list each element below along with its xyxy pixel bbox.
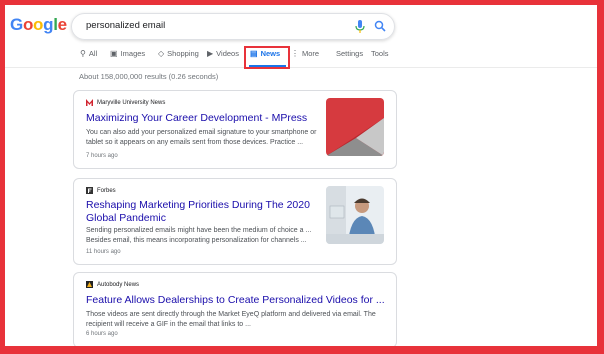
result-thumbnail[interactable]: [326, 98, 384, 156]
tab-shopping[interactable]: ◇ Shopping: [158, 49, 199, 58]
google-logo[interactable]: Google: [10, 15, 67, 35]
images-icon: ▣: [110, 49, 118, 58]
tab-more[interactable]: ⋮ More: [291, 49, 319, 58]
result-title[interactable]: Reshaping Marketing Priorities During Th…: [86, 199, 326, 225]
news-tab-highlight: [244, 46, 290, 69]
autobody-news-favicon-icon: [86, 281, 93, 288]
tab-tools[interactable]: Tools: [371, 49, 389, 58]
tab-all[interactable]: ⚲ All: [80, 49, 97, 58]
videos-icon: ▶: [207, 49, 214, 58]
result-time: 11 hours ago: [86, 249, 121, 255]
result-thumbnail[interactable]: [326, 186, 384, 244]
tab-images[interactable]: ▣ Images: [110, 49, 145, 58]
result-title[interactable]: Maximizing Your Career Development - MPr…: [86, 112, 307, 125]
tab-settings[interactable]: Settings: [336, 49, 363, 58]
search-input[interactable]: personalized email: [86, 20, 165, 31]
result-snippet: Those videos are sent directly through t…: [86, 311, 376, 328]
browser-page: Google personalized email ⚲ All ▣ Images ◇…: [5, 5, 597, 346]
result-source[interactable]: Forbes: [86, 187, 116, 194]
shopping-icon: ◇: [158, 49, 165, 58]
news-result-card[interactable]: Maryville University News Maximizing You…: [73, 90, 397, 169]
result-time: 7 hours ago: [86, 153, 118, 159]
forbes-favicon-icon: [86, 187, 93, 194]
news-result-card[interactable]: Forbes Reshaping Marketing Priorities Du…: [73, 178, 397, 265]
result-snippet: You can also add your personalized email…: [86, 129, 317, 146]
more-icon: ⋮: [291, 49, 299, 58]
news-result-card[interactable]: Autobody News Feature Allows Dealerships…: [73, 272, 397, 346]
maryville-favicon-icon: [86, 99, 93, 106]
result-title[interactable]: Feature Allows Dealerships to Create Per…: [86, 294, 385, 307]
search-icon[interactable]: [374, 20, 386, 32]
result-source[interactable]: Maryville University News: [86, 99, 165, 106]
results-stats: About 158,000,000 results (0.26 seconds): [79, 72, 219, 81]
search-icon: ⚲: [80, 49, 86, 58]
result-time: 6 hours ago: [86, 331, 118, 337]
microphone-icon[interactable]: [354, 20, 366, 33]
tab-videos[interactable]: ▶ Videos: [207, 49, 239, 58]
search-tabs: ⚲ All ▣ Images ◇ Shopping ▶ Videos ▤ News ⋮ Mo…: [5, 45, 597, 69]
result-snippet: Sending personalized emails might have b…: [86, 227, 312, 244]
search-box[interactable]: personalized email: [71, 13, 395, 40]
result-source[interactable]: Autobody News: [86, 281, 139, 288]
